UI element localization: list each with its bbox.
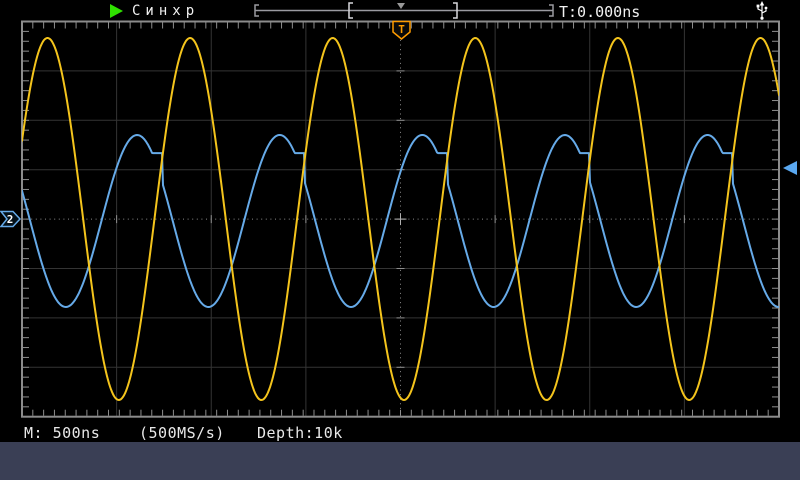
oscilloscope-screen: T2 Синхр T:0.000ns M: 500ns (500MS/s) De…	[0, 0, 800, 480]
trigger-position-marker: T	[392, 20, 411, 40]
depth-label: Depth:10k	[257, 424, 343, 442]
run-status-icon	[110, 4, 123, 18]
time-offset-label: T:0.000ns	[559, 3, 641, 21]
ch2-offset-marker: 2	[0, 210, 22, 228]
channel-info-panel: 1 100mV BW~ 0.00Дел CH2:DC- 520mV 2 500m…	[0, 442, 800, 480]
trigger-status-label: Синхр	[132, 3, 200, 19]
trigger-level-marker	[783, 161, 797, 175]
timebase-label: M: 500ns	[24, 424, 101, 442]
usb-icon	[756, 1, 768, 20]
sample-rate-label: (500MS/s)	[139, 424, 225, 442]
svg-text:T: T	[398, 23, 405, 36]
svg-text:2: 2	[7, 213, 14, 226]
scope-display: T2	[0, 1, 797, 418]
memory-position-bar	[254, 2, 554, 19]
